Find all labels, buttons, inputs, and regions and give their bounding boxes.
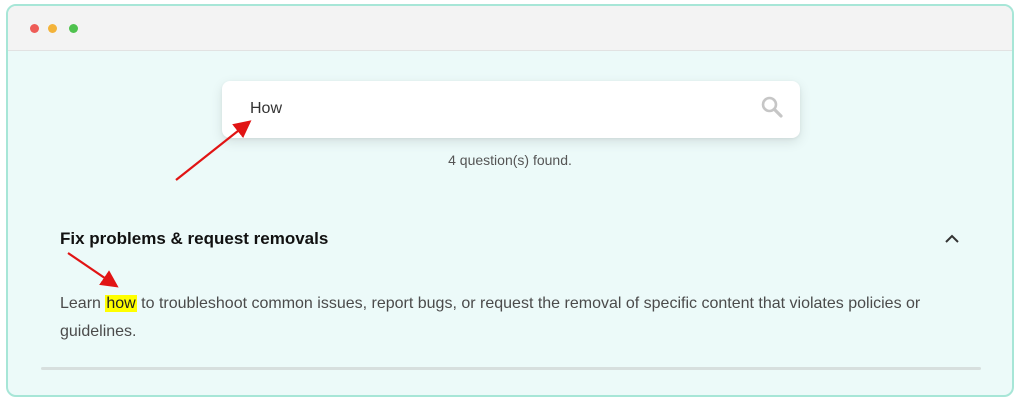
answer-text-prefix: Learn bbox=[60, 295, 106, 312]
browser-window: 4 question(s) found. Fix problems & requ… bbox=[6, 4, 1014, 397]
search-match-highlight: how bbox=[105, 295, 137, 312]
maximize-window-dot[interactable] bbox=[69, 24, 78, 33]
results-count: 4 question(s) found. bbox=[448, 152, 572, 168]
search-icon[interactable] bbox=[760, 95, 784, 119]
close-window-dot[interactable] bbox=[30, 24, 39, 33]
minimize-window-dot[interactable] bbox=[48, 24, 57, 33]
search-box bbox=[222, 81, 800, 138]
search-input[interactable] bbox=[250, 97, 750, 121]
faq-question-title[interactable]: Fix problems & request removals bbox=[60, 229, 328, 249]
faq-answer: Learn how to troubleshoot common issues,… bbox=[60, 290, 960, 346]
window-titlebar bbox=[8, 6, 1012, 51]
chevron-up-icon[interactable] bbox=[944, 232, 960, 244]
answer-text-suffix: to troubleshoot common issues, report bu… bbox=[60, 295, 921, 340]
faq-divider bbox=[41, 367, 981, 370]
